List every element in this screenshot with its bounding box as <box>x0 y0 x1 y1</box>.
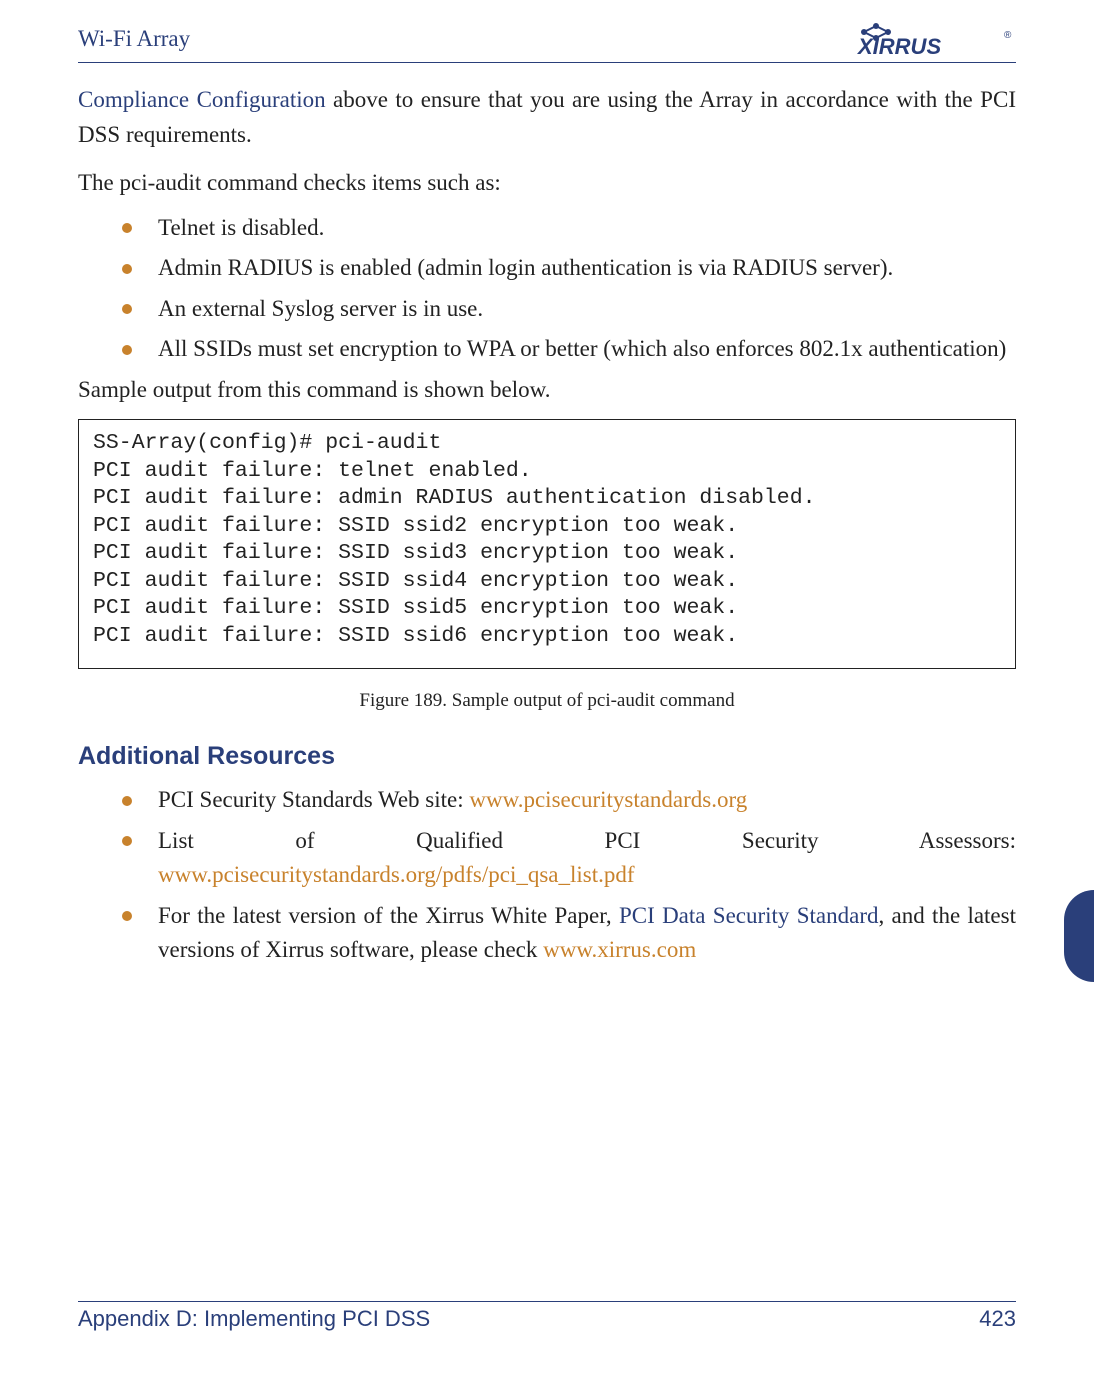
footer-left: Appendix D: Implementing PCI DSS <box>78 1306 430 1332</box>
compliance-configuration-link[interactable]: Compliance Configuration <box>78 87 326 112</box>
list-item: All SSIDs must set encryption to WPA or … <box>122 332 1016 367</box>
svg-text:XIRRUS: XIRRUS <box>856 34 941 56</box>
code-line: SS-Array(config)# pci-audit <box>93 431 441 455</box>
list-item-text: Admin RADIUS is enabled (admin login aut… <box>158 255 893 280</box>
page-body: Compliance Configuration above to ensure… <box>78 83 1016 968</box>
code-line: PCI audit failure: SSID ssid6 encryption… <box>93 624 738 648</box>
code-line: PCI audit failure: SSID ssid3 encryption… <box>93 541 738 565</box>
page-header: Wi-Fi Array XIRRUS ® <box>78 26 1016 63</box>
checks-list: Telnet is disabled. Admin RADIUS is enab… <box>78 211 1016 367</box>
resource-prefix: For the latest version of the Xirrus Whi… <box>158 903 619 928</box>
code-line: PCI audit failure: admin RADIUS authenti… <box>93 486 816 510</box>
list-item: For the latest version of the Xirrus Whi… <box>122 899 1016 968</box>
pci-standards-link[interactable]: www.pcisecuritystandards.org <box>469 787 747 812</box>
pci-qsa-list-link[interactable]: www.pcisecuritystandards.org/pdfs/pci_qs… <box>158 862 635 887</box>
resources-list: PCI Security Standards Web site: www.pci… <box>78 783 1016 968</box>
checks-intro: The pci-audit command checks items such … <box>78 166 1016 201</box>
list-item: Admin RADIUS is enabled (admin login aut… <box>122 251 1016 286</box>
list-item: List of Qualified PCI Security Assessors… <box>122 824 1016 893</box>
additional-resources-heading: Additional Resources <box>78 738 1016 776</box>
code-line: PCI audit failure: telnet enabled. <box>93 459 532 483</box>
page-number: 423 <box>979 1306 1016 1332</box>
brand-logo: XIRRUS ® <box>856 22 1016 56</box>
code-output-box: SS-Array(config)# pci-audit PCI audit fa… <box>78 419 1016 669</box>
xirrus-site-link[interactable]: www.xirrus.com <box>543 937 696 962</box>
code-line: PCI audit failure: SSID ssid2 encryption… <box>93 514 738 538</box>
list-item: Telnet is disabled. <box>122 211 1016 246</box>
resource-prefix: List of Qualified PCI Security Assessors… <box>158 828 1016 853</box>
sample-output-intro: Sample output from this command is shown… <box>78 373 1016 408</box>
list-item-text: Telnet is disabled. <box>158 215 324 240</box>
code-line: PCI audit failure: SSID ssid4 encryption… <box>93 569 738 593</box>
intro-paragraph: Compliance Configuration above to ensure… <box>78 83 1016 152</box>
section-tab-marker <box>1064 890 1094 982</box>
svg-text:®: ® <box>1004 30 1012 41</box>
list-item-text: All SSIDs must set encryption to WPA or … <box>158 336 1006 361</box>
page-footer: Appendix D: Implementing PCI DSS 423 <box>78 1301 1016 1332</box>
list-item: An external Syslog server is in use. <box>122 292 1016 327</box>
list-item-text: An external Syslog server is in use. <box>158 296 483 321</box>
figure-caption: Figure 189. Sample output of pci-audit c… <box>78 687 1016 716</box>
header-title: Wi-Fi Array <box>78 26 190 52</box>
list-item: PCI Security Standards Web site: www.pci… <box>122 783 1016 818</box>
pci-whitepaper-link[interactable]: PCI Data Security Standard <box>619 903 879 928</box>
xirrus-logo-icon: XIRRUS ® <box>856 22 1016 56</box>
code-line: PCI audit failure: SSID ssid5 encryption… <box>93 596 738 620</box>
resource-prefix: PCI Security Standards Web site: <box>158 787 469 812</box>
